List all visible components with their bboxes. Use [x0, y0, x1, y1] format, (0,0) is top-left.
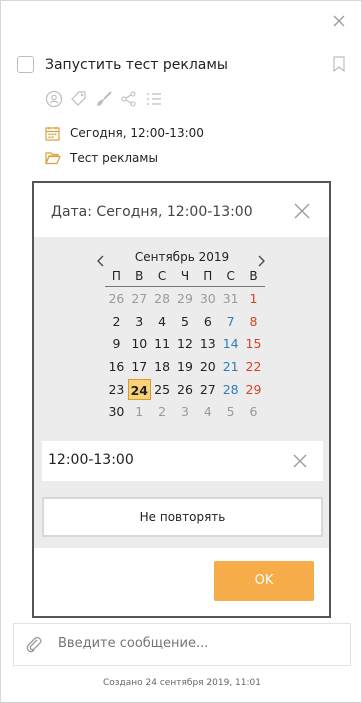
- repeat-button[interactable]: Не повторять: [42, 497, 323, 537]
- calendar-day[interactable]: 30: [105, 401, 128, 422]
- bookmark-icon[interactable]: [333, 56, 345, 73]
- calendar-day[interactable]: 2: [151, 401, 174, 422]
- calendar-icon: [45, 125, 61, 141]
- calendar-day[interactable]: 14: [219, 333, 242, 354]
- paperclip-icon[interactable]: [26, 636, 44, 654]
- calendar-week: 9 10 11 12 13 14 15: [105, 332, 265, 355]
- weekday-label: В: [135, 269, 144, 283]
- time-range-field[interactable]: 12:00-13:00: [42, 441, 323, 481]
- tag-icon[interactable]: [69, 89, 88, 108]
- folder-icon: [45, 150, 61, 166]
- calendar-day[interactable]: 27: [196, 379, 219, 400]
- calendar-day[interactable]: 8: [242, 311, 265, 332]
- calendar-week: 23 24 25 26 27 28 29: [105, 378, 265, 401]
- share-icon[interactable]: [119, 89, 138, 108]
- time-range-value[interactable]: 12:00-13:00: [48, 452, 134, 468]
- calendar-day[interactable]: 6: [196, 311, 219, 332]
- calendar-day[interactable]: 1: [128, 401, 151, 422]
- calendar-day[interactable]: 26: [174, 379, 197, 400]
- weekday-label: П: [111, 269, 121, 283]
- calendar-day[interactable]: 6: [242, 401, 265, 422]
- dialog-title: Дата: Сегодня, 12:00-13:00: [51, 204, 253, 220]
- calendar-day[interactable]: 5: [174, 311, 197, 332]
- calendar-day[interactable]: 7: [219, 311, 242, 332]
- calendar-day[interactable]: 21: [219, 356, 242, 377]
- calendar-day[interactable]: 2: [105, 311, 128, 332]
- task-toolbar: [44, 89, 163, 109]
- calendar-day[interactable]: 27: [128, 288, 151, 309]
- calendar-day[interactable]: 18: [151, 356, 174, 377]
- month-label: Сентябрь 2019: [134, 250, 230, 264]
- calendar-day[interactable]: 22: [242, 356, 265, 377]
- task-title[interactable]: Запустить тест рекламы: [45, 55, 228, 75]
- chevron-right-icon[interactable]: [258, 252, 268, 267]
- message-input[interactable]: [58, 636, 338, 651]
- calendar-panel: Сентябрь 2019 П В С Ч П С В 26 27 28 29 …: [34, 237, 329, 548]
- calendar-day[interactable]: 30: [196, 288, 219, 309]
- task-project-text: Тест рекламы: [70, 151, 158, 165]
- created-timestamp: Создано 24 сентября 2019, 11:01: [102, 678, 261, 688]
- calendar-day[interactable]: 9: [105, 333, 128, 354]
- ok-button[interactable]: OK: [214, 561, 314, 601]
- calendar-day-selected[interactable]: 24: [127, 378, 151, 400]
- calendar-day[interactable]: 28: [219, 379, 242, 400]
- calendar-week: 16 17 18 19 20 21 22: [105, 355, 265, 378]
- calendar-day[interactable]: 4: [196, 401, 219, 422]
- weekday-label: П: [203, 269, 213, 283]
- calendar-day[interactable]: 28: [151, 288, 174, 309]
- close-icon[interactable]: [294, 203, 312, 221]
- paintbrush-icon[interactable]: [94, 89, 113, 108]
- calendar-day[interactable]: 5: [219, 401, 242, 422]
- calendar-grid: П В С Ч П С В 26 27 28 29 30 31 1 2 3 4 …: [105, 269, 265, 423]
- weekday-header: П В С Ч П С В: [105, 269, 265, 287]
- user-circle-icon[interactable]: [44, 89, 63, 108]
- calendar-day[interactable]: 16: [105, 356, 128, 377]
- calendar-day[interactable]: 17: [128, 356, 151, 377]
- calendar-day[interactable]: 29: [174, 288, 197, 309]
- calendar-day[interactable]: 15: [242, 333, 265, 354]
- calendar-week: 30 1 2 3 4 5 6: [105, 400, 265, 423]
- calendar-day[interactable]: 10: [128, 333, 151, 354]
- task-date-text: Сегодня, 12:00-13:00: [70, 126, 204, 140]
- calendar-day[interactable]: 19: [174, 356, 197, 377]
- calendar-day[interactable]: 26: [105, 288, 128, 309]
- weekday-label: Ч: [180, 269, 190, 283]
- checklist-icon[interactable]: [144, 89, 163, 108]
- calendar-header: Сентябрь 2019: [92, 248, 272, 270]
- message-box: [13, 623, 351, 666]
- calendar-day[interactable]: 31: [219, 288, 242, 309]
- date-picker-dialog: Дата: Сегодня, 12:00-13:00 Сентябрь 2019…: [32, 181, 331, 618]
- weekday-label: С: [226, 269, 235, 283]
- calendar-week: 2 3 4 5 6 7 8: [105, 310, 265, 333]
- task-row: Запустить тест рекламы: [17, 55, 347, 77]
- weekday-label: В: [249, 269, 258, 283]
- calendar-day[interactable]: 13: [196, 333, 219, 354]
- close-icon[interactable]: [332, 15, 346, 29]
- calendar-day[interactable]: 20: [196, 356, 219, 377]
- calendar-day[interactable]: 12: [174, 333, 197, 354]
- task-project-row[interactable]: Тест рекламы: [45, 149, 158, 167]
- calendar-day[interactable]: 4: [151, 311, 174, 332]
- clear-time-icon[interactable]: [293, 453, 309, 469]
- weekday-label: С: [157, 269, 167, 283]
- calendar-day[interactable]: 1: [242, 288, 265, 309]
- task-panel: Запустить тест рекламы Сегодня, 12:00-13…: [0, 0, 362, 703]
- calendar-day[interactable]: 3: [128, 311, 151, 332]
- calendar-day[interactable]: 23: [105, 379, 128, 400]
- calendar-day[interactable]: 11: [151, 333, 174, 354]
- calendar-week: 26 27 28 29 30 31 1: [105, 287, 265, 310]
- task-date-row[interactable]: Сегодня, 12:00-13:00: [45, 124, 204, 142]
- task-complete-checkbox[interactable]: [17, 56, 34, 73]
- calendar-day[interactable]: 29: [242, 379, 265, 400]
- calendar-day[interactable]: 3: [174, 401, 197, 422]
- calendar-day[interactable]: 25: [151, 379, 174, 400]
